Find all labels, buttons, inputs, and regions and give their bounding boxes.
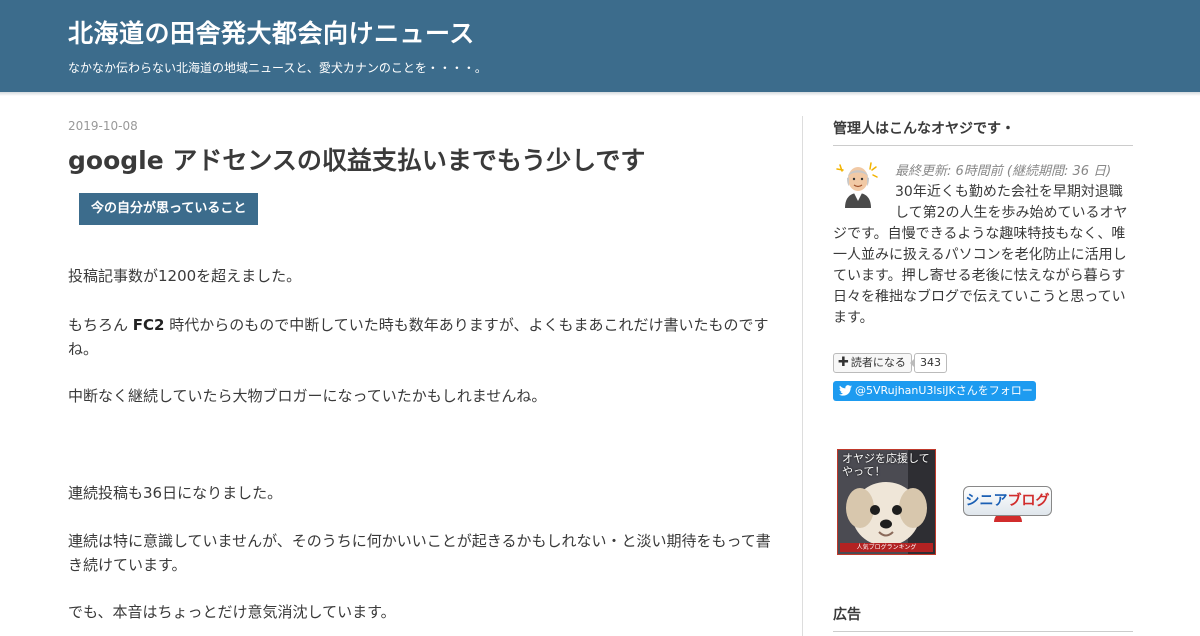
plus-icon: ✚ <box>838 355 849 370</box>
site-title-link[interactable]: 北海道の田舎発大都会向けニュース <box>68 14 475 50</box>
twitter-follow-button[interactable]: @5VRujhanU3lsiJKさんをフォロー <box>833 381 1036 401</box>
entry-paragraph: でも、本音はちょっとだけ意気消沈しています。 <box>68 603 396 621</box>
twitter-bird-icon <box>839 385 852 396</box>
subscribe-button[interactable]: ✚ 読者になる <box>833 353 912 373</box>
logo-text-b: ブログ <box>1007 493 1050 509</box>
category-label-link[interactable]: 今の自分が思っていること <box>79 193 259 225</box>
banner-ranking-label: 人気ブログランキング <box>840 543 933 552</box>
column-divider <box>802 116 803 636</box>
banner-caption: オヤジを応援してやって！ <box>842 452 930 478</box>
site-description: なかなか伝わらない北海道の地域ニュースと、愛犬カナンのことを・・・・。 <box>68 61 487 75</box>
senior-blog-banner[interactable]: シニアブログ <box>963 486 1053 522</box>
profile-description: 30年近くも勤めた会社を早期対退職して第2の人生を歩み始めているオヤジです。自慢… <box>833 182 1135 329</box>
paragraph-text: もちろん <box>68 316 133 334</box>
entry-date-link[interactable]: 2019-10-08 <box>68 119 138 133</box>
last-update-text: 最終更新: 6時間前 (継続期間: 36 日) <box>895 164 1112 179</box>
twitter-follow-label: @5VRujhanU3lsiJKさんをフォロー <box>855 384 1033 397</box>
reader-count-badge[interactable]: 343 <box>910 353 947 373</box>
entry-paragraph: 連続投稿も36日になりました。 <box>68 484 283 502</box>
entry-paragraph: 投稿記事数が1200を超えました。 <box>68 267 302 285</box>
ranking-banner-dog[interactable]: オヤジを応援してやって！ 人気ブログランキング <box>837 449 936 555</box>
logo-text-a: シニア <box>965 493 1008 509</box>
ad-heading: 広告 <box>833 604 1133 632</box>
senior-blog-logo: シニアブログ <box>963 486 1052 516</box>
paragraph-text: 時代からのもので中断していた時も数年ありますが、よくもまあこれだけ書いたものです… <box>68 316 769 358</box>
entry-paragraph: 連続は特に意識していませんが、そのうちに何かいいことが起きるかもしれない・と淡い… <box>68 532 771 574</box>
profile-heading: 管理人はこんなオヤジです・ <box>833 118 1133 146</box>
blog-header: 北海道の田舎発大都会向けニュース なかなか伝わらない北海道の地域ニュースと、愛犬… <box>0 0 1200 92</box>
entry-paragraph: もちろん FC2 時代からのもので中断していた時も数年ありますが、よくもまあこれ… <box>68 313 780 361</box>
bold-text: FC2 <box>132 316 165 334</box>
subscribe-label: 読者になる <box>850 356 906 369</box>
entry-paragraph: 中断なく継続していたら大物ブロガーになっていたかもしれませんね。 <box>68 387 547 405</box>
entry-title[interactable]: google アドセンスの収益支払いまでもう少しです <box>68 141 645 177</box>
header-shadow <box>0 92 1200 96</box>
